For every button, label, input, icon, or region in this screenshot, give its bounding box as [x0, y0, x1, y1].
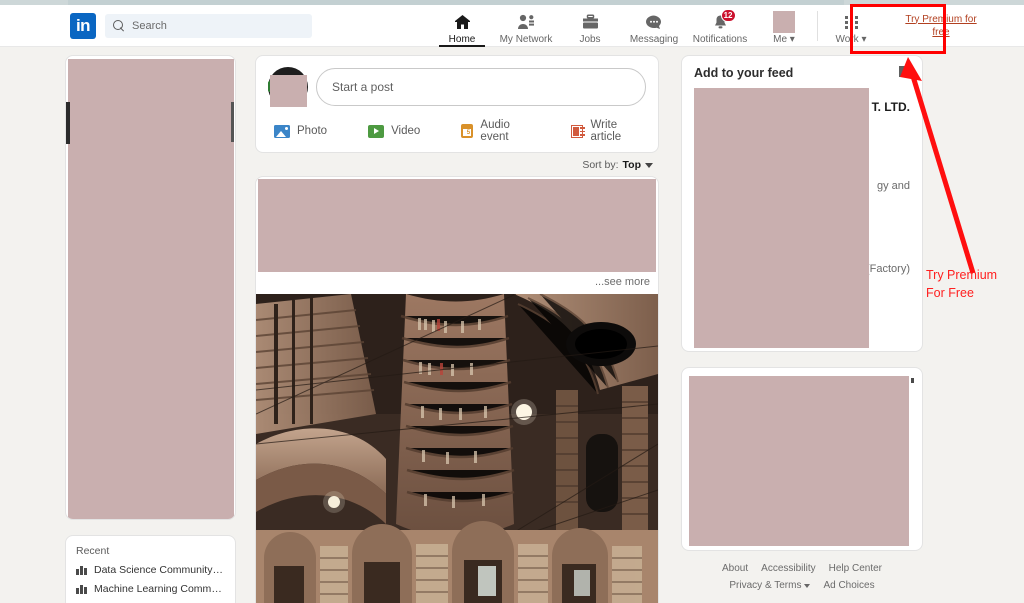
right-sidebar: Add to your feed i T. LTD. gy and (Facto…	[681, 55, 923, 597]
composer-avatar[interactable]	[268, 67, 308, 107]
home-icon	[454, 12, 471, 33]
composer-action-video[interactable]: Video	[368, 124, 421, 138]
composer-action-label: Write article	[590, 119, 622, 143]
nav-label-notifications: Notifications	[692, 33, 748, 45]
page-body: Recent Data Science Community (mo... Mac…	[0, 47, 1024, 603]
nav-divider	[817, 10, 818, 41]
composer-action-label: Video	[391, 125, 421, 137]
footer-row-secondary: Privacy & Terms Ad Choices	[681, 580, 923, 591]
people-icon	[517, 12, 536, 33]
nav-item-me[interactable]: Me ▾	[753, 5, 815, 47]
left-sidebar: Recent Data Science Community (mo... Mac…	[65, 55, 236, 603]
post-composer: Start a post Photo Video 5 Audio event W…	[255, 55, 659, 153]
annotation-label-line1: Try Premium	[926, 268, 998, 282]
sort-by-label: Sort by:	[582, 159, 619, 171]
add-to-your-feed-redaction	[694, 88, 869, 348]
chat-bubble-icon	[645, 12, 663, 33]
chevron-down-icon	[804, 583, 811, 588]
start-a-post-input[interactable]: Start a post	[316, 68, 646, 106]
composer-action-photo[interactable]: Photo	[274, 124, 328, 138]
sort-by-control[interactable]: Sort by: Top	[255, 153, 659, 176]
add-to-your-feed-card: Add to your feed i T. LTD. gy and (Facto…	[681, 55, 923, 352]
video-icon	[368, 124, 385, 138]
search-placeholder: Search	[132, 19, 167, 32]
scroll-marker-left	[66, 102, 70, 144]
photo-icon	[274, 124, 290, 138]
recent-card: Recent Data Science Community (mo... Mac…	[65, 535, 236, 603]
recent-title: Recent	[76, 545, 110, 557]
profile-card[interactable]	[65, 55, 236, 520]
feed-suggestion-partial-1: T. LTD.	[871, 100, 910, 114]
nav-item-jobs[interactable]: Jobs	[559, 5, 621, 47]
grid-apps-icon	[844, 12, 858, 33]
group-icon	[76, 584, 87, 594]
footer-link-help-center[interactable]: Help Center	[829, 563, 882, 574]
composer-action-label: Photo	[297, 125, 328, 137]
nav-label-home: Home	[448, 33, 476, 45]
footer-link-ad-choices[interactable]: Ad Choices	[823, 580, 874, 591]
recent-item-machine-learning[interactable]: Machine Learning Community ...	[76, 583, 225, 595]
nav-item-home[interactable]: Home	[431, 5, 493, 47]
notifications-badge: 12	[720, 8, 736, 22]
composer-avatar-redaction	[270, 75, 307, 107]
main-feed-column: Start a post Photo Video 5 Audio event W…	[255, 55, 659, 603]
nav-items: Home My Network Jobs Messaging 12 Notifi…	[431, 5, 882, 47]
annotation-label: Try Premium For Free	[926, 266, 1022, 302]
recent-item-label: Data Science Community (mo...	[94, 564, 225, 576]
annotation-label-line2: For Free	[926, 286, 974, 300]
footer-row-primary: About Accessibility Help Center	[681, 563, 923, 574]
try-premium-link[interactable]: Try Premium for free	[900, 13, 982, 39]
top-navigation-bar: in Search Home My Network Jobs Messaging…	[0, 5, 1024, 47]
linkedin-logo-icon[interactable]: in	[70, 12, 96, 39]
composer-action-audio-event[interactable]: 5 Audio event	[461, 119, 530, 143]
library-interior-illustration	[256, 294, 658, 603]
footer-link-accessibility[interactable]: Accessibility	[761, 563, 815, 574]
search-icon	[113, 19, 125, 32]
add-to-your-feed-title: Add to your feed	[694, 66, 794, 80]
avatar-redaction	[773, 11, 795, 33]
scroll-marker-right	[231, 102, 234, 142]
calendar-audio-icon: 5	[461, 124, 474, 138]
nav-label-jobs: Jobs	[579, 33, 601, 45]
search-input[interactable]: Search	[105, 13, 312, 38]
info-icon[interactable]: i	[899, 66, 910, 77]
sort-by-value: Top	[622, 159, 641, 171]
group-icon	[76, 565, 87, 575]
promo-card[interactable]	[681, 367, 923, 551]
profile-card-redaction	[68, 59, 234, 519]
add-to-your-feed-header: Add to your feed i	[694, 66, 910, 80]
composer-actions: Photo Video 5 Audio event Write article	[268, 119, 646, 143]
footer-link-about[interactable]: About	[722, 563, 748, 574]
feed-suggestion-partial-3: (Factory)	[866, 263, 910, 275]
footer-link-privacy-terms[interactable]: Privacy & Terms	[729, 580, 811, 591]
composer-top-row: Start a post	[268, 67, 646, 107]
recent-item-label: Machine Learning Community ...	[94, 583, 225, 595]
recent-item-data-science[interactable]: Data Science Community (mo...	[76, 564, 225, 576]
composer-action-label: Audio event	[480, 119, 510, 143]
nav-label-messaging: Messaging	[629, 33, 679, 45]
promo-card-redaction	[689, 376, 909, 546]
nav-label-my-network: My Network	[499, 33, 553, 45]
footer: About Accessibility Help Center Privacy …	[681, 563, 923, 591]
nav-label-work: Work ▾	[835, 33, 867, 45]
composer-action-write-article[interactable]: Write article	[570, 119, 640, 143]
nav-label-me: Me ▾	[773, 33, 795, 45]
post-image[interactable]	[256, 294, 658, 603]
nav-item-notifications[interactable]: 12 Notifications	[687, 5, 753, 47]
article-icon	[570, 124, 586, 138]
see-more-link[interactable]: ...see more	[256, 272, 658, 294]
nav-item-messaging[interactable]: Messaging	[621, 5, 687, 47]
briefcase-icon	[582, 12, 599, 33]
promo-card-corner-mark	[911, 378, 914, 383]
feed-suggestion-partial-2: gy and	[876, 180, 910, 192]
bell-icon: 12	[712, 8, 736, 33]
avatar	[773, 11, 795, 33]
feed-post: ...see more	[255, 176, 659, 603]
nav-item-my-network[interactable]: My Network	[493, 5, 559, 47]
chevron-down-icon	[645, 162, 653, 168]
post-text-redaction	[258, 179, 656, 272]
nav-item-work[interactable]: Work ▾	[820, 5, 882, 47]
footer-link-privacy-terms-label: Privacy & Terms	[729, 580, 802, 591]
